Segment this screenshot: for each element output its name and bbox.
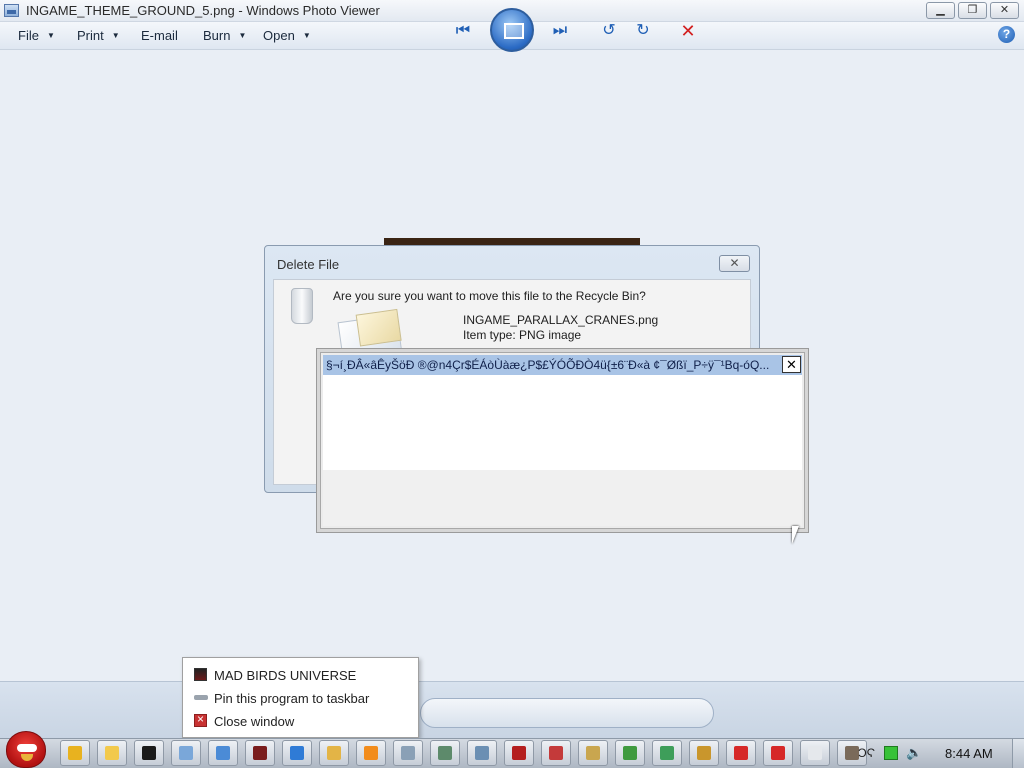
menu-email[interactable]: E-mail (141, 28, 178, 43)
dialog-close-button[interactable]: ✕ (719, 255, 750, 272)
taskbar-button-filezilla[interactable] (504, 740, 534, 766)
taskbar-button-image[interactable] (578, 740, 608, 766)
taskbar-button-bug[interactable] (541, 740, 571, 766)
chevron-down-icon: ▼ (238, 31, 247, 40)
rotate-clockwise-icon[interactable]: ↻ (628, 20, 658, 42)
internet-explorer-icon (290, 746, 304, 760)
start-button-bird-icon[interactable] (6, 731, 46, 768)
volume-icon[interactable]: 🔈 (906, 746, 922, 760)
taskbar-button-tool[interactable] (393, 740, 423, 766)
dialog-title: Delete File (277, 257, 340, 272)
popup-title: §¬í¸ÐÂ«âÊyŠöÐ ®@n4Çr$ÉÁòÙàæ¿P$£ÝÓÕÐÒ4ü{±… (326, 358, 770, 372)
jumplist-item-close[interactable]: Close window (183, 710, 418, 732)
taskbar-button-explorer[interactable] (319, 740, 349, 766)
package-icon (697, 746, 711, 760)
recycle-bin-icon (291, 288, 313, 324)
taskbar-button-recycle[interactable] (652, 740, 682, 766)
taskbar-button-internet-explorer[interactable] (282, 740, 312, 766)
taskbar-button-notepad[interactable] (171, 740, 201, 766)
dialog-question: Are you sure you want to move this file … (333, 289, 646, 303)
notepad-icon (179, 746, 193, 760)
7zip-icon (142, 746, 156, 760)
close-window-button[interactable]: ✕ (990, 2, 1019, 19)
paint-icon (216, 746, 230, 760)
taskbar-button-paint[interactable] (208, 740, 238, 766)
chevron-down-icon: ▼ (302, 31, 311, 40)
explorer-icon (327, 746, 341, 760)
close-window-icon (194, 712, 207, 727)
jumplist-item-pin[interactable]: Pin this program to taskbar (183, 687, 418, 709)
taskbar-button-window-2[interactable] (467, 740, 497, 766)
previous-icon[interactable]: ⏮ (448, 20, 478, 42)
popup-content: §¬í¸ÐÂ«âÊyŠöÐ ®@n4Çr$ÉÁòÙàæ¿P$£ÝÓÕÐÒ4ü{±… (323, 355, 802, 470)
window-title: INGAME_THEME_GROUND_5.png - Windows Phot… (26, 3, 380, 18)
slideshow-button[interactable] (490, 8, 534, 52)
taskbar-button-7zip[interactable] (134, 740, 164, 766)
chrome-icon (68, 746, 82, 760)
media-player-icon (364, 746, 378, 760)
popup-footer (323, 470, 802, 526)
window-icon-2 (475, 746, 489, 760)
restore-button[interactable]: ❐ (958, 2, 987, 19)
chevron-down-icon: ▼ (46, 31, 55, 40)
help-icon[interactable]: ? (998, 26, 1015, 43)
taskbar-button-globe[interactable] (615, 740, 645, 766)
filezilla-icon (512, 746, 526, 760)
taskbar-button-media-player[interactable] (356, 740, 386, 766)
control-pill (420, 698, 714, 728)
bug-icon (549, 746, 563, 760)
taskbar-button-chrome[interactable] (60, 740, 90, 766)
folder-smiley-icon (105, 746, 119, 760)
game-icon (253, 746, 267, 760)
chevron-down-icon: ▼ (111, 31, 120, 40)
photo-viewer-app-icon (4, 4, 19, 17)
globe-icon (623, 746, 637, 760)
error-icon (734, 746, 748, 760)
recycle-icon (660, 746, 674, 760)
menu-burn[interactable]: Burn ▼ (203, 28, 246, 43)
minimize-button[interactable]: ▁ (926, 2, 955, 19)
pin-icon (194, 695, 208, 700)
popup-close-button[interactable]: ✕ (782, 356, 801, 373)
taskbar-button-game[interactable] (245, 740, 275, 766)
show-desktop-button[interactable] (1012, 739, 1024, 768)
tray-clock[interactable]: 8:44 AM (945, 746, 993, 761)
taskbar-button-window[interactable] (430, 740, 460, 766)
jumplist-item-app[interactable]: MAD BIRDS UNIVERSE (183, 664, 418, 686)
file-type: Item type: PNG image (463, 328, 582, 342)
taskbar-button-error[interactable] (726, 740, 756, 766)
popup-titlebar[interactable]: §¬í¸ÐÂ«âÊyŠöÐ ®@n4Çr$ÉÁòÙàæ¿P$£ÝÓÕÐÒ4ü{±… (323, 355, 802, 375)
battery-icon[interactable] (884, 746, 898, 760)
network-icon (845, 746, 859, 760)
image-icon (586, 746, 600, 760)
menu-open[interactable]: Open ▼ (263, 28, 311, 43)
window-icon (438, 746, 452, 760)
rotate-counterclockwise-icon[interactable]: ↺ (594, 20, 624, 42)
file-name: INGAME_PARALLAX_CRANES.png (463, 313, 659, 327)
taskbar-button-package[interactable] (689, 740, 719, 766)
menu-file[interactable]: File ▼ (18, 28, 55, 43)
error-icon-2 (771, 746, 785, 760)
delete-icon[interactable]: ✕ (673, 20, 703, 42)
taskbar-button-blank[interactable] (800, 740, 830, 766)
error-popup-window: §¬í¸ÐÂ«âÊyŠöÐ ®@n4Çr$ÉÁòÙàæ¿P$£ÝÓÕÐÒ4ü{±… (316, 348, 809, 533)
tool-icon (401, 746, 415, 760)
viewer-control-strip (0, 681, 1024, 744)
menu-print[interactable]: Print ▼ (77, 28, 120, 43)
keyboard-layout-icon[interactable]: ϽϚ (858, 746, 875, 760)
blank-icon (808, 746, 822, 760)
next-icon[interactable]: ⏭ (545, 20, 575, 42)
taskbar-button-folder-smiley[interactable] (97, 740, 127, 766)
taskbar-jump-list: MAD BIRDS UNIVERSE Pin this program to t… (182, 657, 419, 738)
taskbar-button-error-2[interactable] (763, 740, 793, 766)
mouse-cursor-icon (792, 526, 799, 544)
mad-birds-app-icon (194, 668, 207, 681)
